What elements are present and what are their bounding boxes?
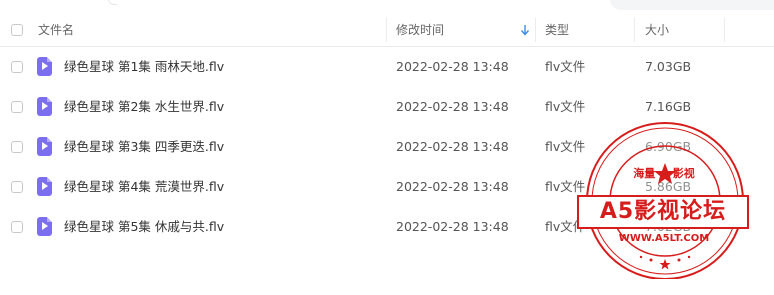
column-divider[interactable]	[724, 18, 725, 42]
file-name[interactable]: 绿色星球 第1集 雨林天地.flv	[64, 47, 224, 87]
forum-watermark-stamp: 海量 ★ 影视 A5影视论坛 WWW.A5LT.COM	[571, 119, 757, 279]
row-checkbox[interactable]	[11, 61, 23, 73]
select-all-checkbox[interactable]	[11, 24, 23, 36]
tab-edge	[108, 0, 117, 5]
video-file-icon	[37, 217, 52, 236]
file-type: flv文件	[545, 59, 586, 74]
file-name[interactable]: 绿色星球 第3集 四季更迭.flv	[64, 127, 224, 167]
column-divider[interactable]	[535, 18, 536, 42]
column-header-modified[interactable]: 修改时间	[396, 14, 444, 46]
row-checkbox[interactable]	[11, 141, 23, 153]
watermark-top-text: 海量 ★ 影视	[633, 167, 695, 180]
sort-descending-icon[interactable]	[520, 24, 530, 36]
file-size: 7.03GB	[645, 59, 692, 74]
row-checkbox[interactable]	[11, 181, 23, 193]
column-header-name[interactable]: 文件名	[38, 14, 74, 46]
table-header: 文件名 修改时间 类型 大小	[0, 14, 774, 47]
video-file-icon	[37, 177, 52, 196]
table-row[interactable]: 绿色星球 第1集 雨林天地.flv 2022-02-28 13:48 flv文件…	[0, 47, 774, 87]
file-modified: 2022-02-28 13:48	[396, 139, 509, 154]
column-header-size[interactable]: 大小	[645, 14, 669, 46]
file-name[interactable]: 绿色星球 第2集 水生世界.flv	[64, 87, 224, 127]
video-file-icon	[37, 57, 52, 76]
file-modified: 2022-02-28 13:48	[396, 219, 509, 234]
column-header-type[interactable]: 类型	[545, 14, 569, 46]
file-name[interactable]: 绿色星球 第5集 休戚与共.flv	[64, 207, 224, 247]
column-divider[interactable]	[634, 18, 635, 42]
file-modified: 2022-02-28 13:48	[396, 179, 509, 194]
file-modified: 2022-02-28 13:48	[396, 99, 509, 114]
video-file-icon	[37, 137, 52, 156]
watermark-url: WWW.A5LT.COM	[618, 233, 710, 244]
file-modified: 2022-02-28 13:48	[396, 59, 509, 74]
column-divider[interactable]	[386, 18, 387, 42]
row-checkbox[interactable]	[11, 101, 23, 113]
top-strip	[0, 0, 774, 10]
row-checkbox[interactable]	[11, 221, 23, 233]
search-box-edge[interactable]	[610, 0, 774, 10]
file-name[interactable]: 绿色星球 第4集 荒漠世界.flv	[64, 167, 224, 207]
video-file-icon	[37, 97, 52, 116]
watermark-title: A5影视论坛	[577, 195, 749, 229]
